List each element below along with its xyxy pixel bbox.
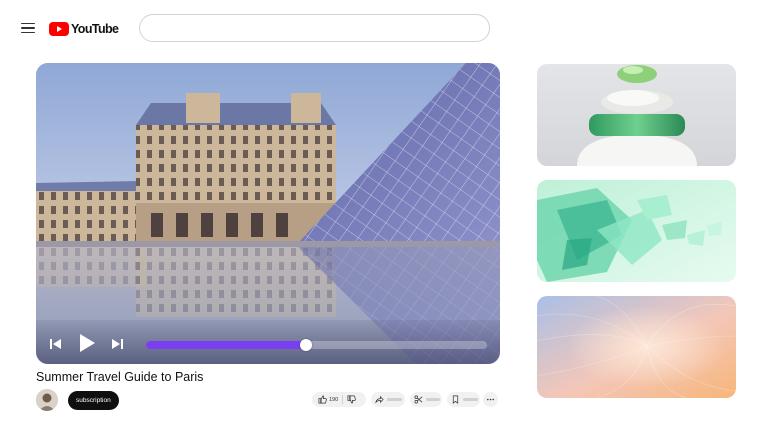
recommended-video-thumbnail[interactable] [537,296,736,398]
progress-bar[interactable] [146,339,487,351]
like-dislike-group: 190 [312,392,366,407]
video-player[interactable] [36,63,500,364]
pastel-gradient-swirl-image [537,296,736,398]
subscribe-button[interactable]: subscription [68,391,119,410]
player-controls [36,320,500,364]
video-title: Summer Travel Guide to Paris [36,370,204,384]
youtube-play-logo-icon [49,22,69,36]
next-icon[interactable] [111,338,125,350]
like-count: 190 [329,396,339,403]
previous-icon[interactable] [48,338,62,350]
youtube-logo[interactable]: YouTube [49,22,119,36]
clip-button[interactable] [410,392,442,407]
hamburger-menu-icon[interactable] [21,23,35,37]
share-icon [375,395,384,404]
search-input[interactable] [139,14,490,42]
more-actions-button[interactable] [483,392,498,407]
youtube-watch-page: YouTube Summer Travel Guide to Paris sub… [0,0,782,439]
bookmark-icon [452,395,459,404]
recommended-video-thumbnail[interactable] [537,180,736,282]
progress-fill [146,341,307,349]
save-button[interactable] [447,392,480,407]
green-glass-shards-image [537,180,736,282]
video-frame-louvre [36,63,500,364]
logo-text: YouTube [71,22,119,36]
more-horizontal-icon [486,398,495,401]
thumbs-up-icon[interactable] [318,395,327,404]
stacked-stones-image [537,64,736,166]
scissors-icon [414,395,423,404]
recommended-video-thumbnail[interactable] [537,64,736,166]
share-button[interactable] [371,392,405,407]
play-icon[interactable] [78,333,96,353]
progress-scrubber[interactable] [300,339,313,351]
channel-avatar[interactable] [36,389,58,411]
thumbs-down-icon[interactable] [347,395,356,404]
